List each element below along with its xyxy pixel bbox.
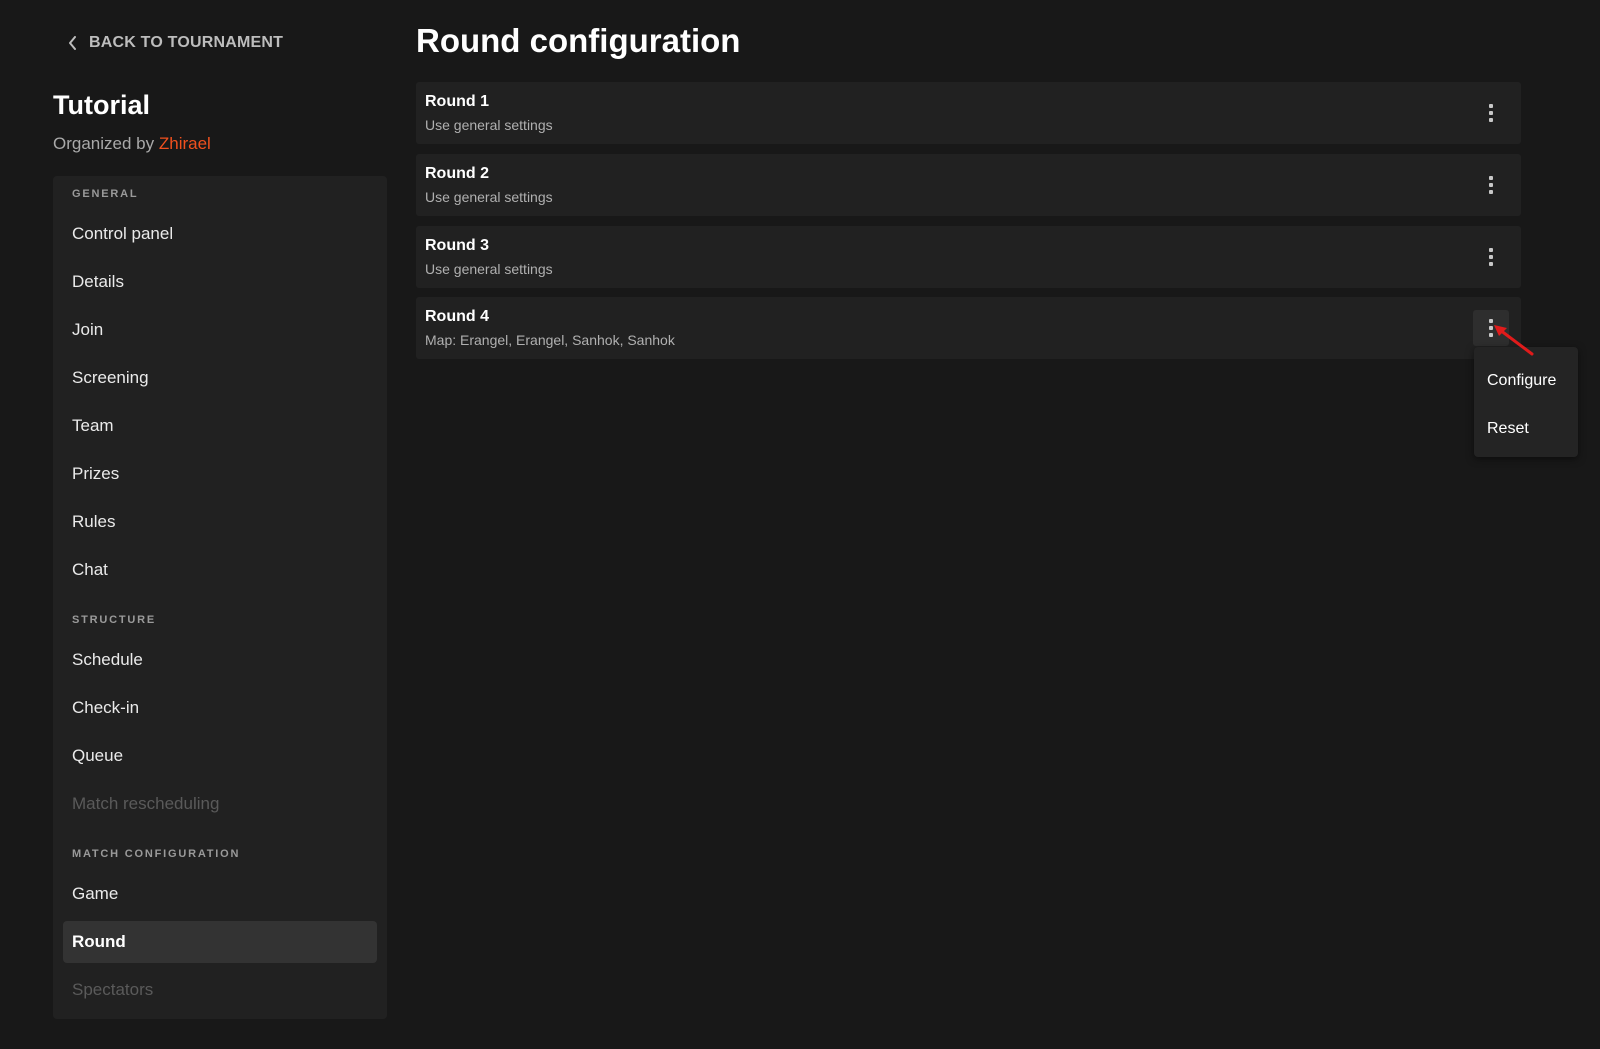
section-label-match-configuration: MATCH CONFIGURATION [72, 848, 241, 860]
round-description: Use general settings [425, 117, 553, 133]
back-to-tournament-link[interactable]: BACK TO TOURNAMENT [68, 32, 283, 54]
sidebar-item-spectators: Spectators [72, 980, 154, 999]
round-name: Round 1 [425, 93, 489, 110]
sidebar-item-schedule[interactable]: Schedule [63, 639, 377, 681]
sidebar-item-prizes[interactable]: Prizes [63, 453, 377, 495]
sidebar-item-round[interactable]: Round [63, 921, 377, 963]
sidebar-nav: GENERAL Control panel Details Join Scree… [53, 176, 387, 1019]
sidebar-item-details[interactable]: Details [63, 261, 377, 303]
sidebar-item-team[interactable]: Team [63, 405, 377, 447]
round-name: Round 3 [425, 237, 489, 254]
menu-item-reset[interactable]: Reset [1474, 409, 1578, 449]
round-description: Map: Erangel, Erangel, Sanhok, Sanhok [425, 332, 675, 348]
round-card-2: Round 2 Use general settings [416, 154, 1521, 216]
round-description: Use general settings [425, 261, 553, 277]
back-link-label: BACK TO TOURNAMENT [89, 34, 284, 51]
more-vertical-icon [1489, 104, 1493, 122]
organizer-name-link[interactable]: Zhirael [159, 134, 211, 153]
more-vertical-icon [1489, 319, 1493, 337]
round-4-more-button[interactable] [1473, 310, 1509, 346]
round-actions-dropdown: Configure Reset [1474, 347, 1578, 457]
sidebar-item-join[interactable]: Join [63, 309, 377, 351]
sidebar-item-check-in[interactable]: Check-in [63, 687, 377, 729]
page-title: Round configuration [416, 22, 741, 59]
round-2-more-button[interactable] [1473, 167, 1509, 203]
section-label-general: GENERAL [72, 188, 139, 200]
round-name: Round 4 [425, 308, 489, 325]
section-label-structure: STRUCTURE [72, 614, 157, 626]
menu-item-configure[interactable]: Configure [1474, 361, 1578, 401]
round-description: Use general settings [425, 189, 553, 205]
round-1-more-button[interactable] [1473, 95, 1509, 131]
round-card-4: Round 4 Map: Erangel, Erangel, Sanhok, S… [416, 297, 1521, 359]
round-3-more-button[interactable] [1473, 239, 1509, 275]
sidebar-item-queue[interactable]: Queue [63, 735, 377, 777]
sidebar-item-match-rescheduling: Match rescheduling [72, 794, 220, 813]
chevron-left-icon [68, 36, 77, 50]
round-card-1: Round 1 Use general settings [416, 82, 1521, 144]
more-vertical-icon [1489, 176, 1493, 194]
round-card-3: Round 3 Use general settings [416, 226, 1521, 288]
organizer-line: Organized by Zhirael [53, 134, 211, 154]
more-vertical-icon [1489, 248, 1493, 266]
page: BACK TO TOURNAMENT Tutorial Organized by… [0, 0, 1600, 1049]
sidebar-item-control-panel[interactable]: Control panel [63, 213, 377, 255]
sidebar-item-screening[interactable]: Screening [63, 357, 377, 399]
round-name: Round 2 [425, 165, 489, 182]
sidebar-item-game[interactable]: Game [63, 873, 377, 915]
organized-by-label: Organized by [53, 134, 155, 153]
tournament-title: Tutorial [53, 90, 150, 120]
sidebar-item-rules[interactable]: Rules [63, 501, 377, 543]
sidebar-item-chat[interactable]: Chat [63, 549, 377, 591]
